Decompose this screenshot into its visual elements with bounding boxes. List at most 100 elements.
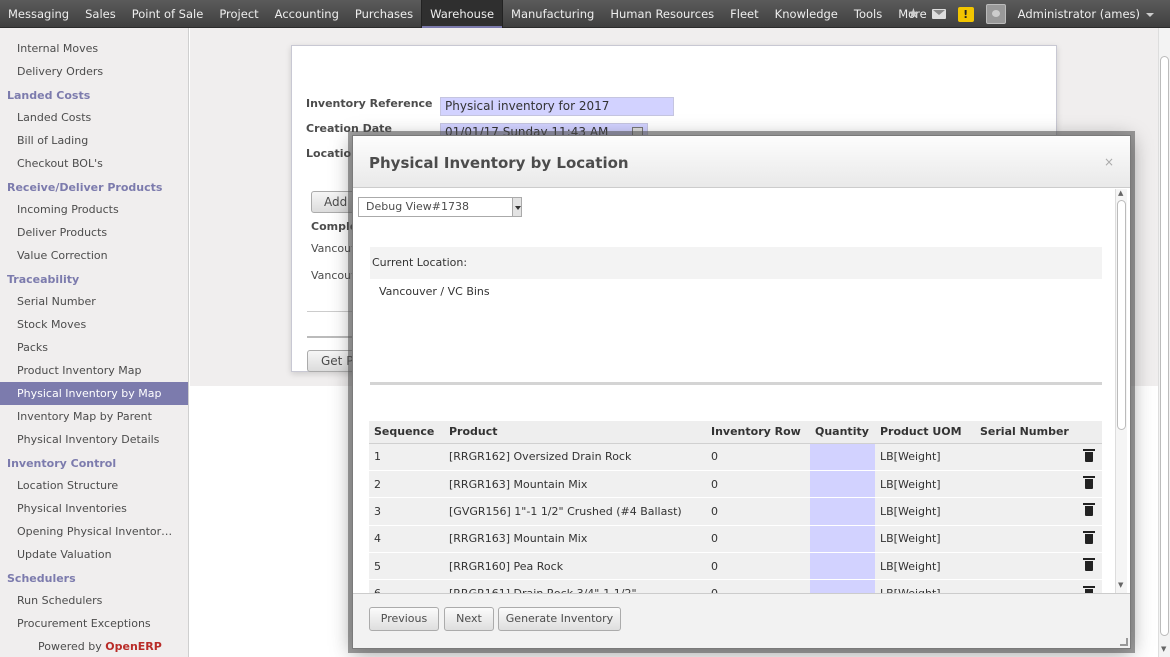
quantity-input[interactable] (810, 552, 875, 581)
quantity-input[interactable] (810, 525, 875, 554)
sidebar-item-opening-physical-inventor[interactable]: Opening Physical Inventor… (0, 520, 188, 543)
column-header[interactable]: Product (444, 421, 706, 444)
table-cell-uom: LB[Weight] (875, 443, 975, 471)
sidebar-item-internal-moves[interactable]: Internal Moves (0, 37, 188, 60)
warning-icon[interactable]: ! (957, 6, 974, 22)
delete-row-button[interactable] (1076, 443, 1102, 471)
table-cell-product: [RRGR162] Oversized Drain Rock (444, 443, 706, 471)
sidebar-item-bill-of-lading[interactable]: Bill of Lading (0, 129, 188, 152)
sidebar-item-procurement-exceptions[interactable]: Procurement Exceptions (0, 612, 188, 635)
table-row[interactable]: 3 [GVGR156] 1"-1 1/2" Crushed (#4 Ballast… (369, 497, 1102, 526)
menu-item-label: Sales (85, 7, 116, 21)
sidebar-item-deliver-products[interactable]: Deliver Products (0, 221, 188, 244)
menu-item-human-resources[interactable]: Human Resources (602, 0, 722, 28)
top-menu-bar: Messaging Sales Point of Sale Project Accoun… (0, 0, 1170, 28)
sidebar-item-packs[interactable]: Packs (0, 336, 188, 359)
quantity-input[interactable] (810, 470, 875, 499)
menu-item-accounting[interactable]: Accounting (267, 0, 347, 28)
chevron-down-icon[interactable] (512, 198, 521, 216)
sidebar-item-stock-moves[interactable]: Stock Moves (0, 313, 188, 336)
column-header[interactable]: Serial Number (975, 421, 1076, 444)
sidebar-item-checkout-bol-s[interactable]: Checkout BOL's (0, 152, 188, 175)
table-cell-uom: LB[Weight] (875, 525, 975, 554)
menu-item-warehouse[interactable]: Warehouse (421, 0, 504, 28)
sidebar-item-physical-inventory-details[interactable]: Physical Inventory Details (0, 428, 188, 451)
quantity-input[interactable] (810, 579, 875, 593)
avatar[interactable] (985, 4, 1006, 24)
scroll-down-icon[interactable]: ▼ (1161, 645, 1166, 653)
sidebar-item-serial-number[interactable]: Serial Number (0, 290, 188, 313)
sidebar-item-partial[interactable] (0, 28, 188, 37)
page-scrollbar[interactable]: ▲ ▼ (1158, 28, 1170, 657)
menu-item-fleet[interactable]: Fleet (722, 0, 766, 28)
inventory-reference-field[interactable]: Physical inventory for 2017 (440, 97, 674, 116)
sidebar-item-physical-inventory-by-map[interactable]: Physical Inventory by Map (0, 382, 188, 405)
menu-item-tools[interactable]: Tools (846, 0, 890, 28)
table-row[interactable]: 6[RRGR161] Drain Rock 3/4"-1 1/2"0 LB[Wei… (369, 579, 1102, 593)
sidebar-item-inventory-map-by-parent[interactable]: Inventory Map by Parent (0, 405, 188, 428)
table-cell-row: 0 (706, 443, 810, 471)
table-row[interactable]: 1 [RRGR162] Oversized Drain Rock 0 LB[Weigh… (369, 443, 1102, 471)
menu-item-purchases[interactable]: Purchases (347, 0, 421, 28)
sidebar-item-product-inventory-map[interactable]: Product Inventory Map (0, 359, 188, 382)
column-header[interactable]: Sequence (369, 421, 444, 444)
table-cell-product: [RRGR163] Mountain Mix (444, 525, 706, 554)
sidebar-section-title[interactable]: Receive/Deliver Products (0, 175, 188, 198)
delete-row-button[interactable] (1076, 470, 1102, 499)
menu-item-label: Project (219, 7, 259, 21)
delete-row-button[interactable] (1076, 552, 1102, 581)
column-header[interactable]: Quantity (810, 421, 875, 444)
table-row[interactable]: 2 [RRGR163] Mountain Mix 0 LB[Weight] (369, 470, 1102, 499)
close-icon[interactable]: × (1104, 155, 1114, 169)
sidebar-item-update-valuation[interactable]: Update Valuation (0, 543, 188, 566)
list-item[interactable]: Vancouv (311, 269, 358, 282)
sidebar-section-title[interactable]: Inventory Control (0, 451, 188, 474)
resize-grip-icon[interactable] (1120, 638, 1128, 646)
delete-row-button[interactable] (1076, 579, 1102, 593)
star-icon[interactable]: ★ (907, 6, 920, 22)
column-header-actions (1076, 421, 1102, 444)
scrollbar-thumb[interactable] (1160, 56, 1169, 636)
messages-icon[interactable] (931, 9, 946, 19)
sidebar-item-landed-costs[interactable]: Landed Costs (0, 106, 188, 129)
menu-item-manufacturing[interactable]: Manufacturing (503, 0, 602, 28)
menu-item-point-of-sale[interactable]: Point of Sale (124, 0, 212, 28)
scroll-up-icon[interactable]: ▲ (1118, 189, 1123, 197)
scroll-down-icon[interactable]: ▼ (1118, 581, 1123, 589)
sidebar-item-incoming-products[interactable]: Incoming Products (0, 198, 188, 221)
sidebar-section-title[interactable]: Traceability (0, 267, 188, 290)
previous-button[interactable]: Previous (369, 607, 439, 631)
user-menu[interactable]: Administrator (ames) (1018, 7, 1154, 21)
menu-item-project[interactable]: Project (211, 0, 266, 28)
sidebar-item-physical-inventories[interactable]: Physical Inventories (0, 497, 188, 520)
sidebar-item-run-schedulers[interactable]: Run Schedulers (0, 589, 188, 612)
next-button[interactable]: Next (444, 607, 494, 631)
table-cell-product: [GVGR156] 1"-1 1/2" Crushed (#4 Ballast) (444, 497, 706, 526)
sidebar-item-value-correction[interactable]: Value Correction (0, 244, 188, 267)
menu-item-messaging[interactable]: Messaging (0, 0, 77, 28)
sidebar-item-delivery-orders[interactable]: Delivery Orders (0, 60, 188, 83)
table-cell-seq: 2 (369, 470, 444, 499)
menu-item-sales[interactable]: Sales (77, 0, 124, 28)
table-cell-row: 0 (706, 525, 810, 554)
dialog-scrollbar[interactable]: ▲ ▼ (1115, 189, 1127, 593)
sidebar-section-title[interactable]: Landed Costs (0, 83, 188, 106)
delete-row-button[interactable] (1076, 525, 1102, 554)
scrollbar-thumb[interactable] (1117, 200, 1126, 430)
delete-row-button[interactable] (1076, 497, 1102, 526)
table-cell-serial (975, 470, 1076, 499)
quantity-input[interactable] (810, 497, 875, 526)
sidebar-section-title[interactable]: Schedulers (0, 566, 188, 589)
menu-item-knowledge[interactable]: Knowledge (767, 0, 846, 28)
brand-link[interactable]: OpenERP (105, 640, 162, 653)
debug-view-select[interactable]: Debug View#1738 (358, 197, 522, 217)
table-row[interactable]: 4 [RRGR163] Mountain Mix 0 LB[Weight] (369, 525, 1102, 554)
quantity-input[interactable] (810, 443, 875, 471)
sidebar-item-location-structure[interactable]: Location Structure (0, 474, 188, 497)
table-row[interactable]: 5 [RRGR160] Pea Rock 0 LB[Weight] (369, 552, 1102, 581)
menu-item-label: Human Resources (610, 7, 715, 21)
list-item[interactable]: Vancouv (311, 242, 358, 255)
generate-inventory-button[interactable]: Generate Inventory (498, 607, 621, 631)
column-header[interactable]: Inventory Row (706, 421, 810, 444)
column-header[interactable]: Product UOM (875, 421, 975, 444)
